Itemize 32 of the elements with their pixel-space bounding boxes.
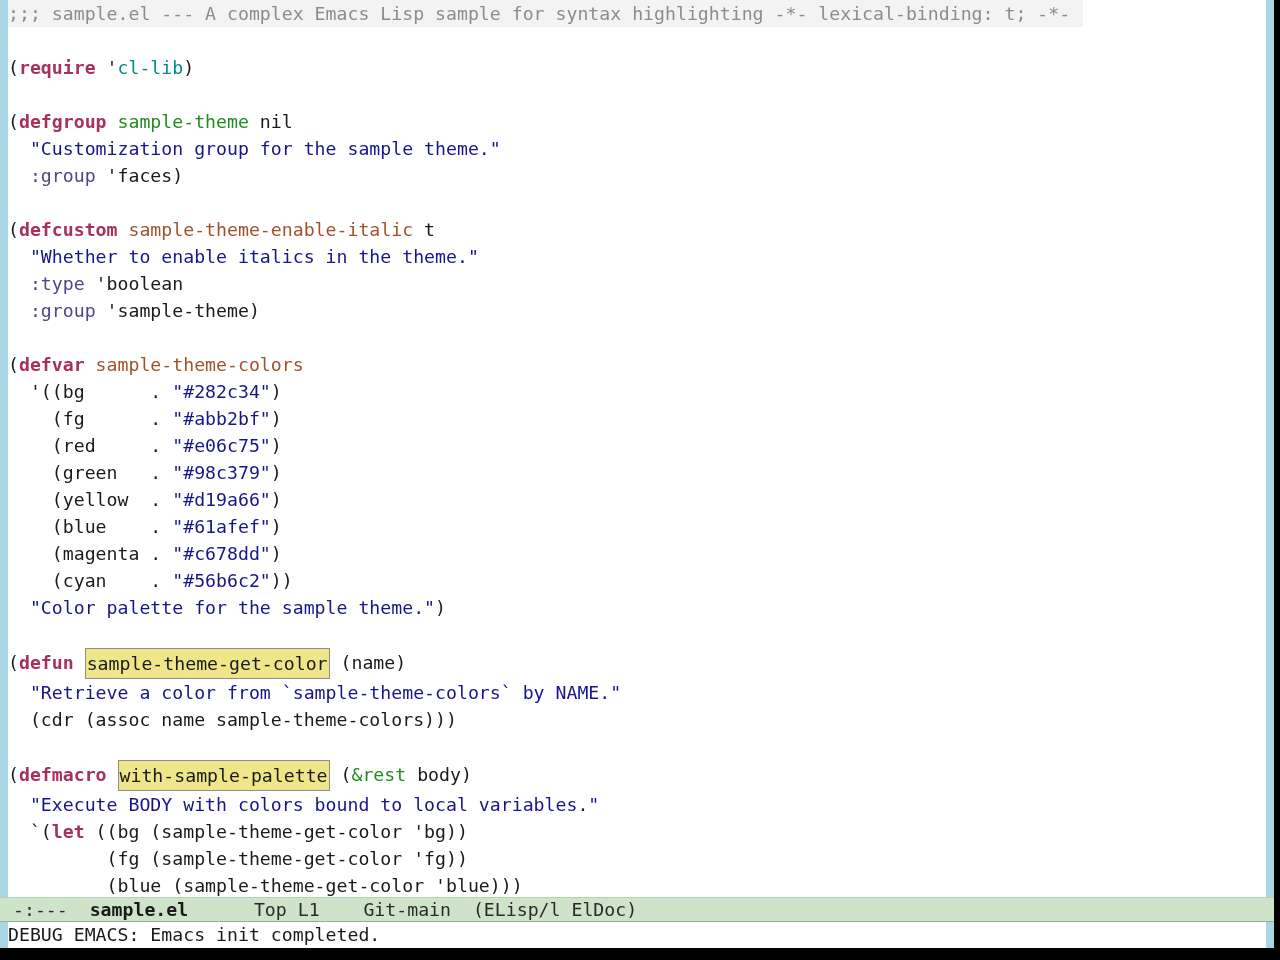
vc-branch: Git-main [363,899,451,920]
code-line: :group 'sample-theme) [28,299,261,323]
code-line: :group 'faces) [28,164,185,188]
code-line: :type 'boolean [28,272,185,296]
code-line: '((bg . "#282c34") [28,380,283,404]
code-line: (blue . "#61afef") [50,515,283,539]
code-line: (defmacro with-sample-palette (&rest body) [8,760,1266,791]
major-mode: (ELisp/l ElDoc) [472,899,638,920]
buffer-name: sample.el [89,899,189,920]
code-line: (cdr (assoc name sample-theme-colors))) [28,708,458,732]
code-line: (defcustom sample-theme-enable-italic t [8,218,437,242]
code-line: (magenta . "#c678dd") [50,542,283,566]
code-line: "Color palette for the sample theme.") [28,596,447,620]
code-line: "Retrieve a color from `sample-theme-colors` by NAME." [28,681,623,705]
code-line: "Whether to enable italics in the theme." [28,245,480,269]
cursor-position: Top L1 [253,899,320,920]
code-line: (cyan . "#56b6c2")) [50,569,294,593]
code-line: "Execute BODY with colors bound to local variables." [28,793,601,817]
modified-status: -:--- [13,899,68,920]
echo-message: DEBUG EMACS: Emacs init completed. [8,924,381,945]
code-line: "Customization group for the sample theme." [28,137,502,161]
code-line: (yellow . "#d19a66") [50,488,283,512]
code-line: (defgroup sample-theme nil [8,110,294,134]
code-line: `(let ((bg (sample-theme-get-color 'bg)) [28,820,469,844]
code-line: (defun sample-theme-get-color (name) [8,648,1266,679]
code-line: (require 'cl-lib) [8,56,196,80]
code-line: (red . "#e06c75") [50,434,283,458]
code-line: (defvar sample-theme-colors [8,353,305,377]
code-line: (fg . "#abb2bf") [50,407,283,431]
code-line: (fg (sample-theme-get-color 'fg)) [105,847,469,871]
code-line: (blue (sample-theme-get-color 'blue))) [105,874,524,897]
code-line: (green . "#98c379") [50,461,283,485]
